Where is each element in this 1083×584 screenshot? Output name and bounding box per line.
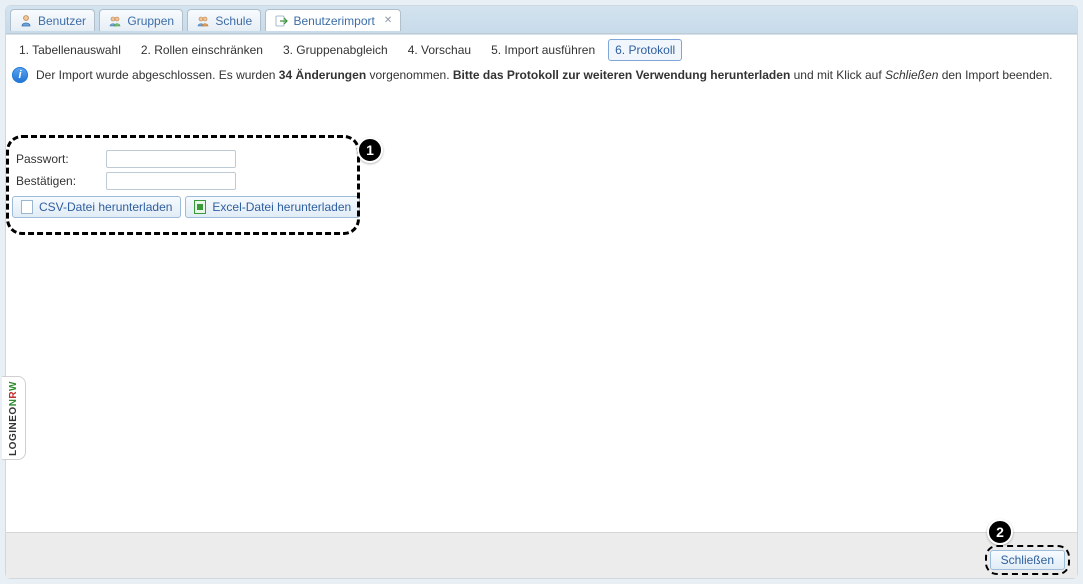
tab-benutzer[interactable]: Benutzer [10,9,95,31]
step-3[interactable]: 3. Gruppenabgleich [276,39,395,61]
download-excel-button[interactable]: Excel-Datei herunterladen [185,196,360,218]
tab-label: Benutzer [38,14,86,28]
step-6[interactable]: 6. Protokoll [608,39,682,61]
tab-label: Gruppen [127,14,174,28]
download-csv-button[interactable]: CSV-Datei herunterladen [12,196,181,218]
info-icon: i [12,67,28,83]
info-post: den Import beenden. [938,68,1052,82]
step-1[interactable]: 1. Tabellenauswahl [12,39,128,61]
info-bar: i Der Import wurde abgeschlossen. Es wur… [6,63,1077,91]
button-label: Excel-Datei herunterladen [212,200,351,214]
tab-label: Benutzerimport [293,14,374,28]
callout-region-2: Schließen [985,545,1070,575]
file-icon [21,200,33,214]
info-bold: Bitte das Protokoll zur weiteren Verwend… [453,68,790,82]
tab-gruppen[interactable]: Gruppen [99,9,183,31]
confirm-label: Bestätigen: [16,174,88,188]
step-5[interactable]: 5. Import ausführen [484,39,602,61]
brand-nrw-n: N [8,398,19,406]
info-mid2: und mit Klick auf [790,68,885,82]
brand-logineo: LOGINEO [8,406,19,456]
password-label: Passwort: [16,152,88,166]
step-4[interactable]: 4. Vorschau [401,39,478,61]
footer-bar: Schließen [6,532,1077,578]
download-form: Passwort: Bestätigen: CSV-Datei herunter… [16,150,360,218]
tab-content: 1. Tabellenauswahl 2. Rollen einschränke… [6,34,1077,578]
step-2[interactable]: 2. Rollen einschränken [134,39,270,61]
close-button[interactable]: Schließen [990,550,1065,570]
info-italic: Schließen [885,68,938,82]
tab-benutzerimport[interactable]: Benutzerimport ✕ [265,9,401,31]
info-pre: Der Import wurde abgeschlossen. Es wurde… [36,68,279,82]
brand-side-tab[interactable]: LOGINEONRW [2,376,26,460]
user-icon [19,14,33,28]
wizard-steps: 1. Tabellenauswahl 2. Rollen einschränke… [6,35,1077,63]
button-label: CSV-Datei herunterladen [39,200,172,214]
info-mid1: vorgenommen. [366,68,453,82]
tab-bar: Benutzer Gruppen [6,6,1077,34]
users-icon [196,14,210,28]
close-icon[interactable]: ✕ [384,15,392,26]
tab-schule[interactable]: Schule [187,9,261,31]
confirm-input[interactable] [106,172,236,190]
users-icon [108,14,122,28]
info-text: Der Import wurde abgeschlossen. Es wurde… [36,68,1052,82]
info-changes: 34 Änderungen [279,68,366,82]
brand-nrw-w: W [8,381,19,391]
password-input[interactable] [106,150,236,168]
tab-label: Schule [215,14,252,28]
callout-badge-1: 1 [357,137,383,163]
callout-badge-2: 2 [987,519,1013,545]
import-icon [274,14,288,28]
excel-file-icon [194,200,206,214]
brand-nrw-r: R [8,391,19,399]
app-window: Benutzer Gruppen [5,5,1078,579]
